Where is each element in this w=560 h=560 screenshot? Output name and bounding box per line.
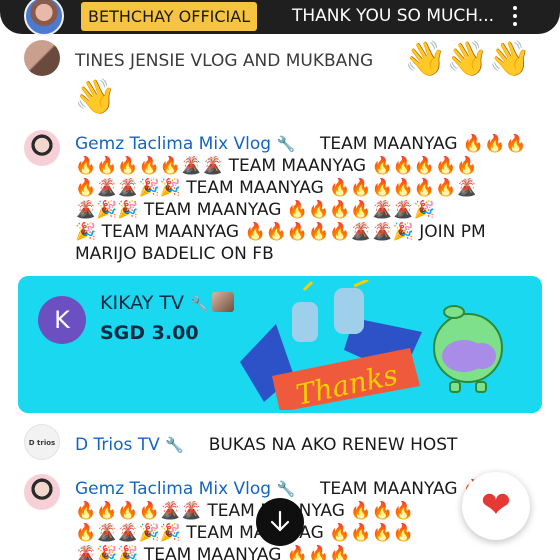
message-text: 🌋🎉🎉 TEAM MAANYAG 🔥🔥🔥 bbox=[75, 545, 351, 560]
message-text: 🔥🔥🔥🔥🌋🌋 TEAM MAANYAG 🔥🔥🔥 bbox=[75, 501, 414, 521]
avatar bbox=[24, 0, 64, 36]
badge-photo-icon bbox=[211, 292, 234, 312]
super-chat-author-name: KIKAY TV bbox=[100, 292, 184, 314]
pinned-channel-badge[interactable]: BETHCHAY OFFICIAL bbox=[81, 2, 258, 31]
mascot-sticker bbox=[433, 305, 503, 393]
message-text: 🔥🌋🌋🎉🎉 TEAM MAANYAG 🔥🔥🔥🔥 bbox=[75, 523, 414, 543]
super-chat-card[interactable]: K KIKAY TV 🔧 SGD 3.00 Thanks bbox=[18, 276, 542, 413]
moderator-wrench-icon: 🔧 bbox=[190, 295, 209, 313]
sticker-thumb-left bbox=[292, 302, 318, 342]
wave-emoji: 👋 bbox=[74, 77, 117, 117]
wave-emoji: 👋👋👋 bbox=[404, 39, 532, 79]
mascot-foot bbox=[475, 381, 487, 393]
message-text: 🔥🔥🔥🔥🔥🌋🌋 TEAM MAANYAG 🔥🔥🔥🔥🔥 bbox=[75, 156, 478, 176]
message-text: TEAM MAANYAG 🔥 bbox=[320, 479, 485, 499]
scroll-to-bottom-button[interactable] bbox=[256, 498, 304, 546]
pinned-message-text[interactable]: THANK YOU SO MUCH... bbox=[292, 4, 494, 28]
moderator-wrench-icon: 🔧 bbox=[276, 480, 296, 498]
sticker-thumb-right bbox=[334, 288, 364, 334]
message-text: MARIJO BADELIC ON FB bbox=[75, 244, 274, 264]
avatar[interactable] bbox=[24, 474, 60, 510]
super-chat-amount: SGD 3.00 bbox=[100, 322, 199, 344]
message-author[interactable]: Gemz Taclima Mix Vlog bbox=[75, 479, 271, 499]
message-text: BUKAS NA AKO RENEW HOST bbox=[208, 435, 458, 455]
sticker-spark bbox=[302, 280, 314, 292]
avatar[interactable]: K bbox=[38, 296, 86, 344]
thanks-sticker: Thanks bbox=[240, 280, 422, 410]
mascot-leaf bbox=[443, 305, 465, 319]
message-author[interactable]: Gemz Taclima Mix Vlog bbox=[75, 134, 271, 154]
message-author[interactable]: D Trios TV bbox=[75, 435, 160, 455]
heart-icon: ❤ bbox=[480, 485, 512, 526]
arrow-down-icon bbox=[270, 510, 290, 532]
message-text: 🔥🌋🌋🎉🎉 TEAM MAANYAG 🔥🔥🔥🔥🔥🔥🌋 bbox=[75, 178, 478, 198]
message-text: TEAM MAANYAG 🔥🔥🔥 bbox=[320, 134, 527, 154]
moderator-wrench-icon: 🔧 bbox=[165, 436, 184, 454]
avatar[interactable]: D trios TV bbox=[24, 424, 60, 460]
sticker-spark bbox=[353, 280, 369, 288]
avatar[interactable] bbox=[24, 40, 60, 76]
mascot-foot bbox=[449, 381, 461, 393]
message-author[interactable]: TINES JENSIE VLOG AND MUKBANG bbox=[75, 50, 373, 72]
super-chat-author[interactable]: KIKAY TV 🔧 bbox=[100, 292, 234, 314]
heart-reaction-button[interactable]: ❤ bbox=[462, 472, 530, 540]
avatar[interactable] bbox=[24, 130, 60, 166]
moderator-wrench-icon: 🔧 bbox=[276, 135, 296, 153]
mascot-mask bbox=[468, 343, 496, 369]
message-text: 🌋🎉🎉 TEAM MAANYAG 🔥🔥🔥🔥🌋🌋🎉 bbox=[75, 200, 435, 220]
message-text: 🎉 TEAM MAANYAG 🔥🔥🔥🔥🔥🌋🌋🎉 JOIN PM bbox=[75, 222, 486, 242]
pinned-message-bar[interactable]: BETHCHAY OFFICIAL THANK YOU SO MUCH... bbox=[0, 0, 560, 36]
more-options-icon[interactable] bbox=[504, 2, 526, 30]
